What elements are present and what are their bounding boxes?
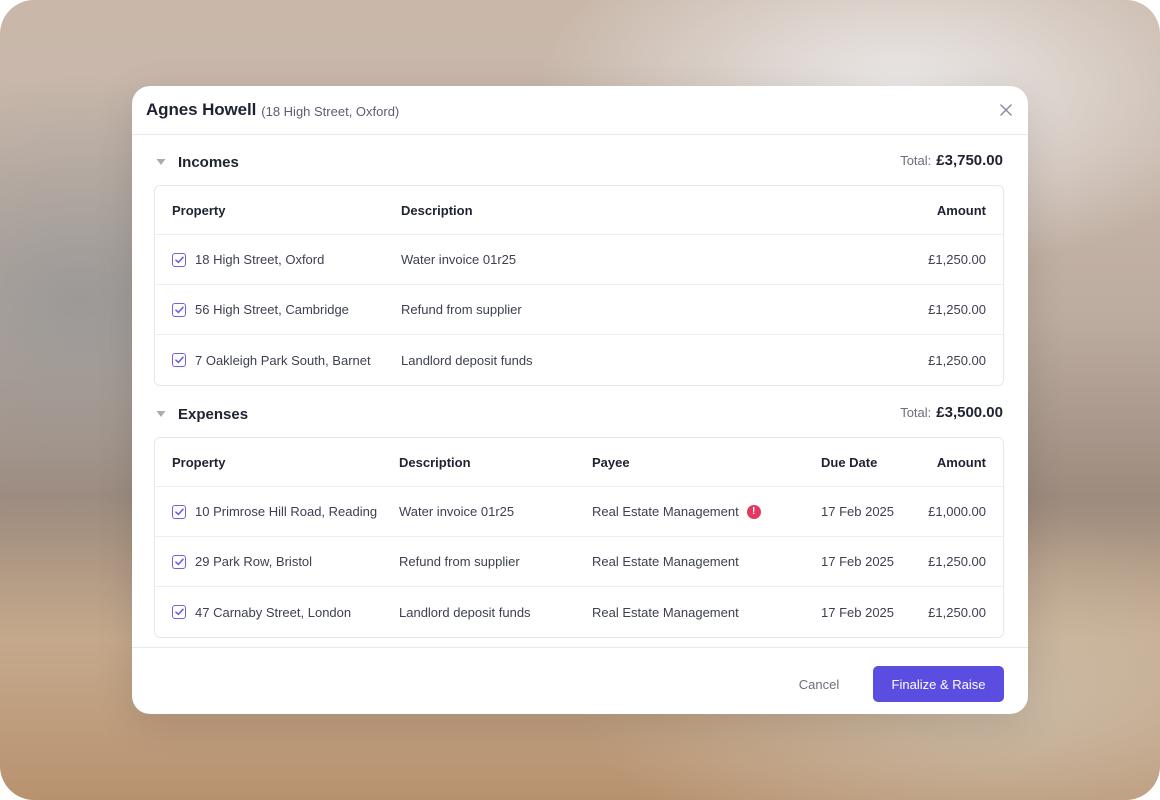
property-text: 7 Oakleigh Park South, Barnet [195, 352, 371, 368]
incomes-table-header: Property Description Amount [155, 186, 1003, 235]
table-row[interactable]: 29 Park Row, Bristol Refund from supplier… [155, 537, 1003, 587]
close-button[interactable] [997, 101, 1015, 119]
table-row[interactable]: 7 Oakleigh Park South, Barnet Landlord de… [155, 335, 1003, 385]
due-date-cell: 17 Feb 2025 [821, 604, 895, 620]
property-cell: 7 Oakleigh Park South, Barnet [172, 335, 371, 385]
incomes-title: Incomes [178, 154, 239, 171]
modal-footer: Cancel Finalize & Raise [132, 647, 1028, 714]
property-cell: 18 High Street, Oxford [172, 235, 324, 284]
property-cell: 47 Carnaby Street, London [172, 587, 351, 637]
check-icon [174, 256, 184, 263]
incomes-total-value: £3,750.00 [936, 152, 1003, 169]
column-header-amount: Amount [936, 454, 986, 470]
property-cell: 56 High Street, Cambridge [172, 285, 349, 334]
modal-header: Agnes Howell (18 High Street, Oxford) [132, 86, 1028, 135]
description-cell: Landlord deposit funds [399, 604, 531, 620]
property-text: 29 Park Row, Bristol [195, 554, 313, 569]
payee-cell: Real Estate Management [592, 537, 739, 586]
amount-cell: £1,000.00 [928, 504, 986, 519]
row-checkbox[interactable] [172, 605, 186, 619]
incomes-table: Property Description Amount 18 High Stre… [154, 185, 1004, 386]
check-icon [174, 558, 184, 565]
check-icon [174, 306, 184, 313]
modal-title: Agnes Howell [146, 100, 257, 119]
expenses-total: Total: £3,500.00 [900, 404, 1003, 421]
column-header-description: Description [399, 454, 471, 470]
description-cell: Refund from supplier [401, 302, 522, 317]
incomes-total-label: Total: [900, 153, 932, 168]
expenses-title: Expenses [178, 406, 249, 423]
due-date-cell: 17 Feb 2025 [821, 554, 895, 569]
table-row[interactable]: 56 High Street, Cambridge Refund from sup… [155, 285, 1003, 335]
property-text: 47 Carnaby Street, London [195, 604, 352, 620]
row-checkbox[interactable] [172, 302, 186, 317]
description-cell: Water invoice 01r25 [399, 504, 515, 519]
payee-text: Real Estate Management [592, 504, 739, 519]
caret-down-icon[interactable] [156, 158, 166, 166]
payee-cell: Real Estate Management [592, 587, 739, 637]
table-row[interactable]: 18 High Street, Oxford Water invoice 01r2… [155, 235, 1003, 285]
column-header-due-date: Due Date [821, 454, 878, 470]
column-header-property: Property [172, 454, 226, 470]
property-text: 10 Primrose Hill Road, Reading [195, 504, 378, 519]
description-cell: Refund from supplier [399, 554, 520, 569]
check-icon [174, 356, 184, 364]
table-row[interactable]: 10 Primrose Hill Road, Reading Water invo… [155, 487, 1003, 537]
modal-subtitle: (18 High Street, Oxford) [261, 103, 400, 119]
property-cell: 10 Primrose Hill Road, Reading [172, 487, 377, 536]
row-checkbox[interactable] [172, 252, 186, 267]
payee-text: Real Estate Management [592, 554, 739, 569]
property-text: 18 High Street, Oxford [195, 252, 325, 267]
cancel-button[interactable]: Cancel [783, 666, 855, 702]
row-checkbox[interactable] [172, 353, 186, 367]
amount-cell: £1,250.00 [928, 554, 986, 569]
amount-cell: £1,250.00 [928, 604, 986, 620]
incomes-total: Total: £3,750.00 [900, 152, 1003, 169]
expenses-total-value: £3,500.00 [936, 404, 1003, 421]
expenses-table-header: Property Description Payee Due Date Amou… [155, 438, 1003, 487]
check-icon [174, 508, 184, 515]
close-icon [1000, 104, 1012, 116]
expenses-total-label: Total: [900, 405, 932, 420]
row-checkbox[interactable] [172, 554, 186, 569]
amount-cell: £1,250.00 [928, 252, 986, 267]
column-header-payee: Payee [592, 454, 630, 470]
finalize-modal: Agnes Howell (18 High Street, Oxford) In… [132, 86, 1028, 714]
property-text: 56 High Street, Cambridge [195, 302, 349, 317]
incomes-section-header: Incomes Total: £3,750.00 [132, 151, 1028, 175]
description-cell: Water invoice 01r25 [401, 252, 517, 267]
column-header-property: Property [172, 202, 226, 218]
payee-cell: Real Estate Management! [592, 487, 761, 536]
column-header-amount: Amount [936, 202, 986, 218]
property-cell: 29 Park Row, Bristol [172, 537, 312, 586]
caret-down-icon[interactable] [156, 410, 166, 418]
expenses-table: Property Description Payee Due Date Amou… [154, 437, 1004, 638]
payee-text: Real Estate Management [592, 604, 739, 620]
amount-cell: £1,250.00 [928, 302, 986, 317]
finalize-raise-button[interactable]: Finalize & Raise [873, 666, 1004, 702]
expenses-section-header: Expenses Total: £3,500.00 [132, 403, 1028, 427]
check-icon [174, 608, 184, 616]
table-row[interactable]: 47 Carnaby Street, London Landlord deposi… [155, 587, 1003, 637]
warning-icon[interactable]: ! [746, 504, 761, 519]
row-checkbox[interactable] [172, 504, 186, 519]
amount-cell: £1,250.00 [928, 352, 986, 368]
description-cell: Landlord deposit funds [401, 352, 533, 368]
column-header-description: Description [401, 202, 473, 218]
due-date-cell: 17 Feb 2025 [821, 504, 895, 519]
